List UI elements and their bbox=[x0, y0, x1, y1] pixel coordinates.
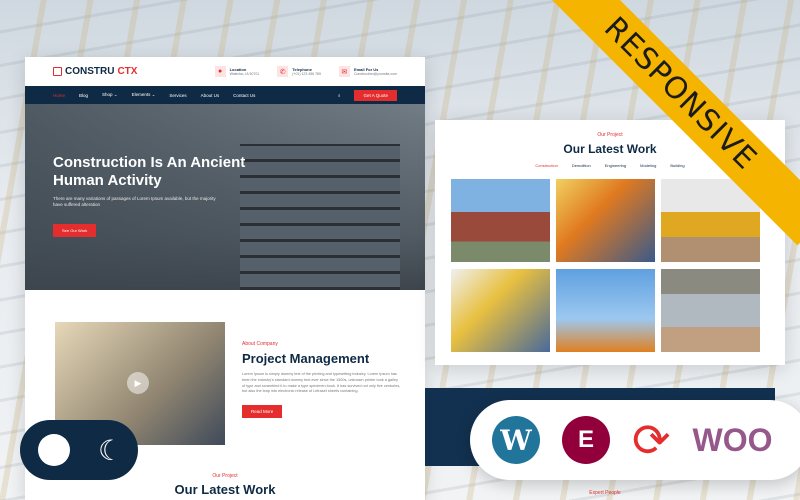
woocommerce-logo: WOO bbox=[692, 421, 773, 458]
main-nav: Home Blog Shop ⌄ Elements ⌄ Services Abo… bbox=[25, 86, 425, 104]
elementor-icon: E bbox=[562, 416, 610, 464]
hero-banner: Construction Is An Ancient Human Activit… bbox=[25, 104, 425, 290]
plugin-badges: W E ⟳ WOO bbox=[470, 400, 800, 480]
logo[interactable]: CONSTRU CTX bbox=[53, 66, 197, 77]
map-pin-icon: ● bbox=[214, 66, 226, 77]
read-more-button[interactable]: Read More bbox=[242, 405, 283, 419]
site-header: CONSTRU CTX ● Location Waterloo, IA 50701 ✆… bbox=[25, 57, 425, 86]
about-eyebrow: About Company bbox=[242, 341, 278, 347]
light-mode-icon bbox=[38, 434, 70, 466]
hero-title: Construction Is An Ancient Human Activit… bbox=[53, 154, 246, 189]
expert-eyebrow: Expert People bbox=[589, 490, 621, 496]
info-sub: Construction@yoursite.com bbox=[353, 72, 397, 76]
play-icon[interactable]: ▶ bbox=[127, 372, 149, 394]
moon-icon: ☾ bbox=[98, 434, 124, 466]
sync-icon: ⟳ bbox=[632, 414, 671, 466]
gallery-image[interactable] bbox=[451, 179, 550, 262]
logo-text: CONSTRU bbox=[65, 66, 115, 77]
info-sub: (+01) 123 456 789 bbox=[292, 72, 321, 76]
wordpress-icon: W bbox=[492, 416, 540, 464]
nav-services[interactable]: Services bbox=[169, 93, 186, 98]
info-email: ✉ Email For Us Construction@yoursite.com bbox=[338, 66, 397, 77]
logo-icon bbox=[53, 67, 62, 76]
nav-elements[interactable]: Elements ⌄ bbox=[132, 92, 156, 98]
tab-building[interactable]: Building bbox=[670, 163, 684, 168]
bottom-title: Our Latest Work bbox=[174, 482, 276, 497]
gallery-image[interactable] bbox=[661, 269, 760, 352]
gallery-image[interactable] bbox=[451, 269, 550, 352]
info-telephone: ✆ Telephone (+01) 123 456 789 bbox=[277, 66, 321, 77]
info-location: ● Location Waterloo, IA 50701 bbox=[214, 66, 260, 77]
work-gallery bbox=[451, 179, 785, 352]
nav-home[interactable]: Home bbox=[53, 93, 65, 98]
building-image bbox=[240, 144, 400, 290]
gallery-image[interactable] bbox=[556, 269, 655, 352]
tab-construction[interactable]: Construction bbox=[535, 163, 557, 168]
nav-shop[interactable]: Shop ⌄ bbox=[102, 92, 118, 98]
search-icon[interactable]: ⌕ bbox=[338, 93, 341, 98]
phone-icon: ✆ bbox=[277, 66, 289, 77]
nav-contact[interactable]: Contact Us bbox=[233, 93, 255, 98]
about-section: About Company Project Management Lorem I… bbox=[242, 341, 402, 419]
hero-text: There are many variations of passages of… bbox=[53, 196, 216, 207]
nav-about[interactable]: About Us bbox=[201, 93, 220, 98]
nav-blog[interactable]: Blog bbox=[79, 93, 88, 98]
dark-mode-toggle[interactable]: ☾ bbox=[20, 420, 138, 480]
tab-demolition[interactable]: Demolition bbox=[572, 163, 591, 168]
logo-accent: CTX bbox=[117, 66, 138, 77]
gallery-image[interactable] bbox=[556, 179, 655, 262]
envelope-icon: ✉ bbox=[338, 66, 350, 77]
info-sub: Waterloo, IA 50701 bbox=[229, 72, 260, 76]
tab-modeling[interactable]: Modeling bbox=[640, 163, 656, 168]
see-our-work-button[interactable]: See Our Work bbox=[53, 224, 97, 237]
about-text: Lorem Ipsum is simply dummy text of the … bbox=[242, 372, 401, 394]
about-title: Project Management bbox=[242, 351, 370, 366]
get-quote-button[interactable]: Get A Quote bbox=[354, 89, 397, 101]
tab-engineering[interactable]: Engineering bbox=[605, 163, 626, 168]
